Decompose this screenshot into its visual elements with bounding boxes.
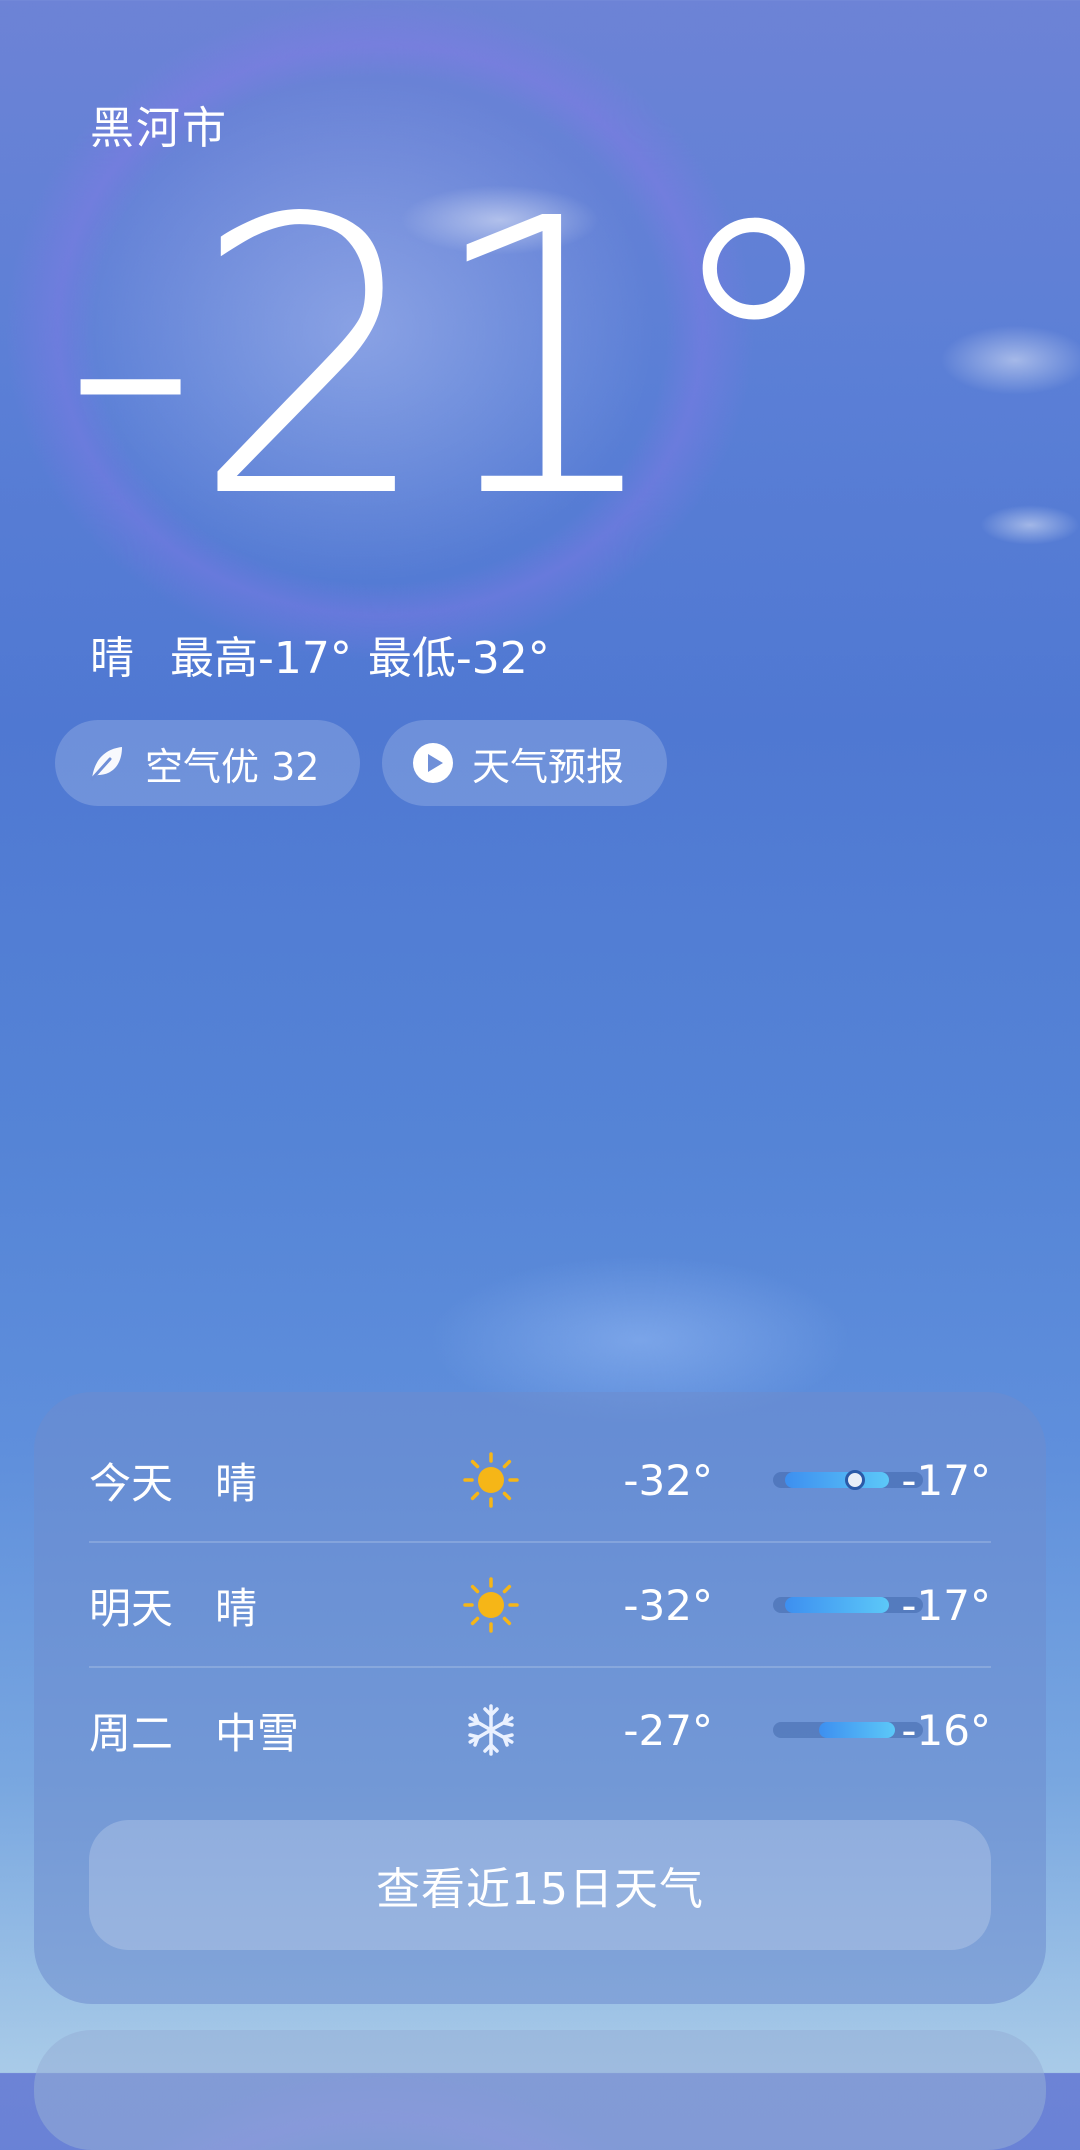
snowflake-icon xyxy=(468,1704,514,1756)
air-quality-label: 空气优 32 xyxy=(145,744,320,789)
forecast-condition: 中雪 xyxy=(215,1708,300,1758)
sun-icon xyxy=(463,1577,519,1633)
weather-summary: 晴 最高-17° 最低-32° xyxy=(90,622,550,686)
cloud-decoration xyxy=(940,325,1080,395)
current-temperature: -21° xyxy=(62,138,849,581)
sun-icon xyxy=(463,1452,519,1508)
temperature-range-fill xyxy=(819,1722,895,1738)
forecast-high: -17° xyxy=(901,1455,991,1505)
current-condition: 晴 xyxy=(90,633,134,684)
forecast-row[interactable]: 今天 晴 -32° -17° xyxy=(89,1418,991,1542)
low-temperature: 最低-32° xyxy=(367,633,550,684)
air-quality-chip[interactable]: 空气优 32 xyxy=(55,720,360,806)
view-15-day-forecast-button[interactable]: 查看近15日天气 xyxy=(89,1820,991,1950)
forecast-low: -27° xyxy=(623,1705,713,1755)
next-card-peek[interactable] xyxy=(34,2030,1046,2150)
weather-forecast-label: 天气预报 xyxy=(472,744,625,789)
forecast-low: -32° xyxy=(623,1580,713,1630)
temperature-range-fill xyxy=(785,1472,889,1488)
forecast-condition: 晴 xyxy=(215,1583,258,1633)
cloud-decoration xyxy=(980,505,1080,545)
leaf-icon xyxy=(85,742,127,784)
high-temperature: 最高-17° xyxy=(170,633,352,684)
current-temperature-marker xyxy=(845,1470,865,1490)
forecast-day: 周二 xyxy=(89,1708,174,1758)
forecast-card: 今天 晴 -32° -17° 明天 晴 -32° -17° 周二 中雪 -27°… xyxy=(34,1392,1046,2004)
temperature-range-fill xyxy=(785,1597,889,1613)
forecast-condition: 晴 xyxy=(215,1458,258,1508)
forecast-day: 明天 xyxy=(89,1583,174,1633)
forecast-high: -16° xyxy=(901,1705,991,1755)
forecast-day: 今天 xyxy=(89,1458,174,1508)
forecast-high: -17° xyxy=(901,1580,991,1630)
forecast-row[interactable]: 周二 中雪 -27° -16° xyxy=(89,1668,991,1792)
forecast-row[interactable]: 明天 晴 -32° -17° xyxy=(89,1543,991,1667)
weather-forecast-video-chip[interactable]: 天气预报 xyxy=(382,720,667,806)
forecast-low: -32° xyxy=(623,1455,713,1505)
play-icon xyxy=(412,742,454,784)
